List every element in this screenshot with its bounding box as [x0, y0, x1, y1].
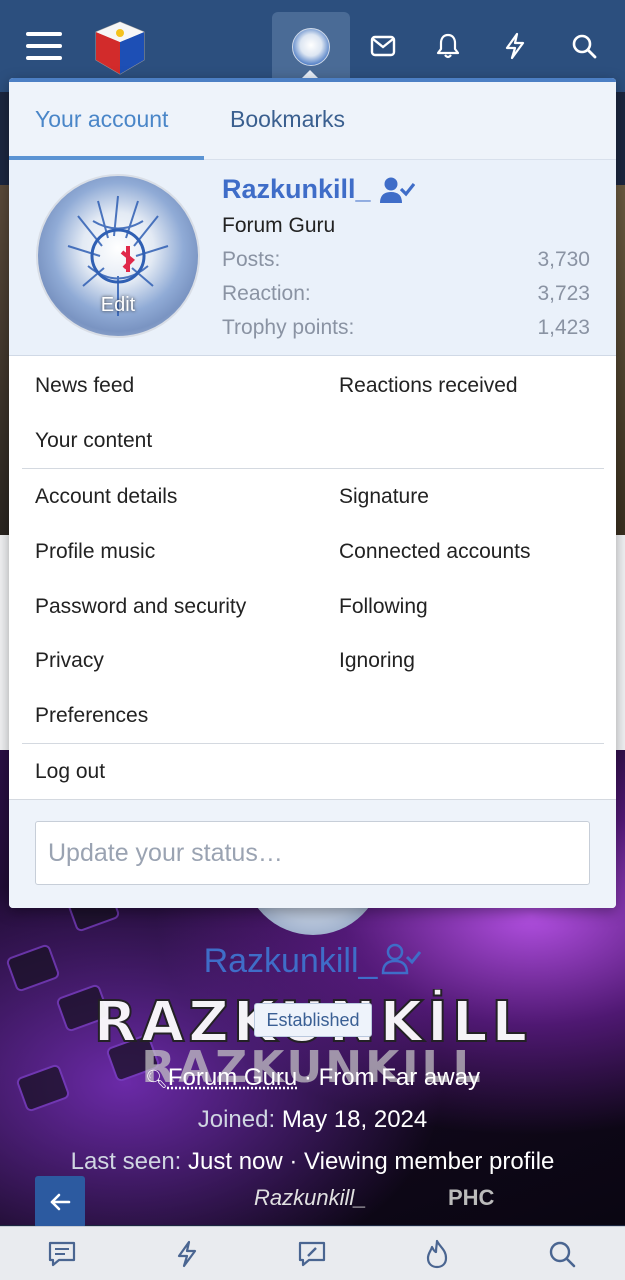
- last-seen-label: Last seen:: [70, 1148, 182, 1175]
- status-input[interactable]: [35, 821, 590, 885]
- menu-item-your-content[interactable]: Your content: [35, 429, 152, 453]
- menu-divider: [22, 468, 604, 469]
- menu-item-following[interactable]: Following: [339, 595, 428, 619]
- status-update-area: [9, 800, 616, 908]
- menu-item-signature[interactable]: Signature: [339, 485, 429, 509]
- search-icon: 🔍︎: [145, 1069, 168, 1089]
- cover-signature-tag: PHC: [448, 1185, 495, 1210]
- search-icon[interactable]: [545, 1237, 579, 1271]
- stat-value: 1,423: [537, 316, 590, 339]
- profile-summary: Edit Razkunkill_ Forum Guru Posts: 3,730…: [9, 160, 616, 356]
- site-logo[interactable]: [90, 18, 150, 78]
- background-content: [615, 185, 625, 535]
- inbox-icon[interactable]: [361, 24, 405, 68]
- stat-label: Posts:: [222, 248, 281, 271]
- last-seen-value: Just now · Viewing member profile: [188, 1148, 555, 1175]
- menu-item-account-details[interactable]: Account details: [35, 485, 177, 509]
- menu-item-privacy[interactable]: Privacy: [35, 649, 104, 673]
- cover-username-text: Razkunkill_: [203, 942, 378, 980]
- menu-item-reactions-received[interactable]: Reactions received: [339, 374, 518, 398]
- bottom-navigation: [0, 1226, 625, 1280]
- menu-item-ignoring[interactable]: Ignoring: [339, 649, 415, 673]
- stat-value: 3,723: [537, 282, 590, 305]
- verified-user-icon: [381, 943, 422, 984]
- tab-your-account[interactable]: Your account: [35, 106, 168, 133]
- account-dropdown: Your account Bookmarks Edit Razkunkill_ …: [9, 78, 616, 908]
- new-post-icon[interactable]: [295, 1237, 329, 1271]
- forums-icon[interactable]: [45, 1237, 79, 1271]
- back-button[interactable]: [35, 1176, 85, 1228]
- search-icon[interactable]: [562, 24, 606, 68]
- stat-label: Reaction:: [222, 282, 311, 305]
- cover-user-title: Forum Guru: [167, 1064, 298, 1091]
- avatar[interactable]: Edit: [36, 174, 200, 338]
- stat-label: Trophy points:: [222, 316, 355, 339]
- stat-posts[interactable]: Posts: 3,730: [222, 248, 590, 272]
- username-text: Razkunkill_: [222, 174, 371, 204]
- cover-username: Razkunkill_: [0, 942, 625, 984]
- cover-title-line: 🔍︎Forum Guru · From Far away: [0, 1064, 625, 1092]
- profile-username[interactable]: Razkunkill_: [222, 174, 415, 205]
- trending-icon[interactable]: [420, 1237, 454, 1271]
- bell-icon[interactable]: [426, 24, 470, 68]
- cover-last-seen: Last seen: Just now · Viewing member pro…: [0, 1148, 625, 1176]
- cover-location: · From Far away: [297, 1064, 480, 1091]
- menu-icon[interactable]: [26, 30, 64, 62]
- joined-value: May 18, 2024: [281, 1106, 428, 1133]
- stat-value: 3,730: [537, 248, 590, 271]
- arrow-left-icon: [50, 1193, 71, 1211]
- menu-item-password-security[interactable]: Password and security: [35, 595, 246, 619]
- bolt-icon[interactable]: [493, 24, 537, 68]
- account-avatar: [292, 28, 330, 66]
- menu-item-connected-accounts[interactable]: Connected accounts: [339, 540, 530, 564]
- whats-new-icon[interactable]: [170, 1237, 204, 1271]
- menu-item-news-feed[interactable]: News feed: [35, 374, 134, 398]
- menu-item-profile-music[interactable]: Profile music: [35, 540, 155, 564]
- avatar-edit-label[interactable]: Edit: [38, 294, 198, 317]
- stat-reaction[interactable]: Reaction: 3,723: [222, 282, 590, 306]
- verified-user-icon: [379, 177, 415, 203]
- menu-item-preferences[interactable]: Preferences: [35, 704, 148, 728]
- tab-bookmarks[interactable]: Bookmarks: [230, 106, 345, 133]
- dropdown-tabs: Your account Bookmarks: [9, 82, 616, 160]
- stat-trophy-points[interactable]: Trophy points: 1,423: [222, 316, 590, 340]
- logout-row: Log out: [9, 744, 616, 800]
- cover-joined: Joined: May 18, 2024: [0, 1106, 625, 1134]
- cover-signature: Razkunkill_: [254, 1185, 367, 1210]
- profile-user-title: Forum Guru: [222, 214, 336, 237]
- status-badge[interactable]: Established: [254, 1003, 372, 1037]
- logout-link[interactable]: Log out: [35, 760, 105, 784]
- joined-label: Joined:: [197, 1106, 276, 1133]
